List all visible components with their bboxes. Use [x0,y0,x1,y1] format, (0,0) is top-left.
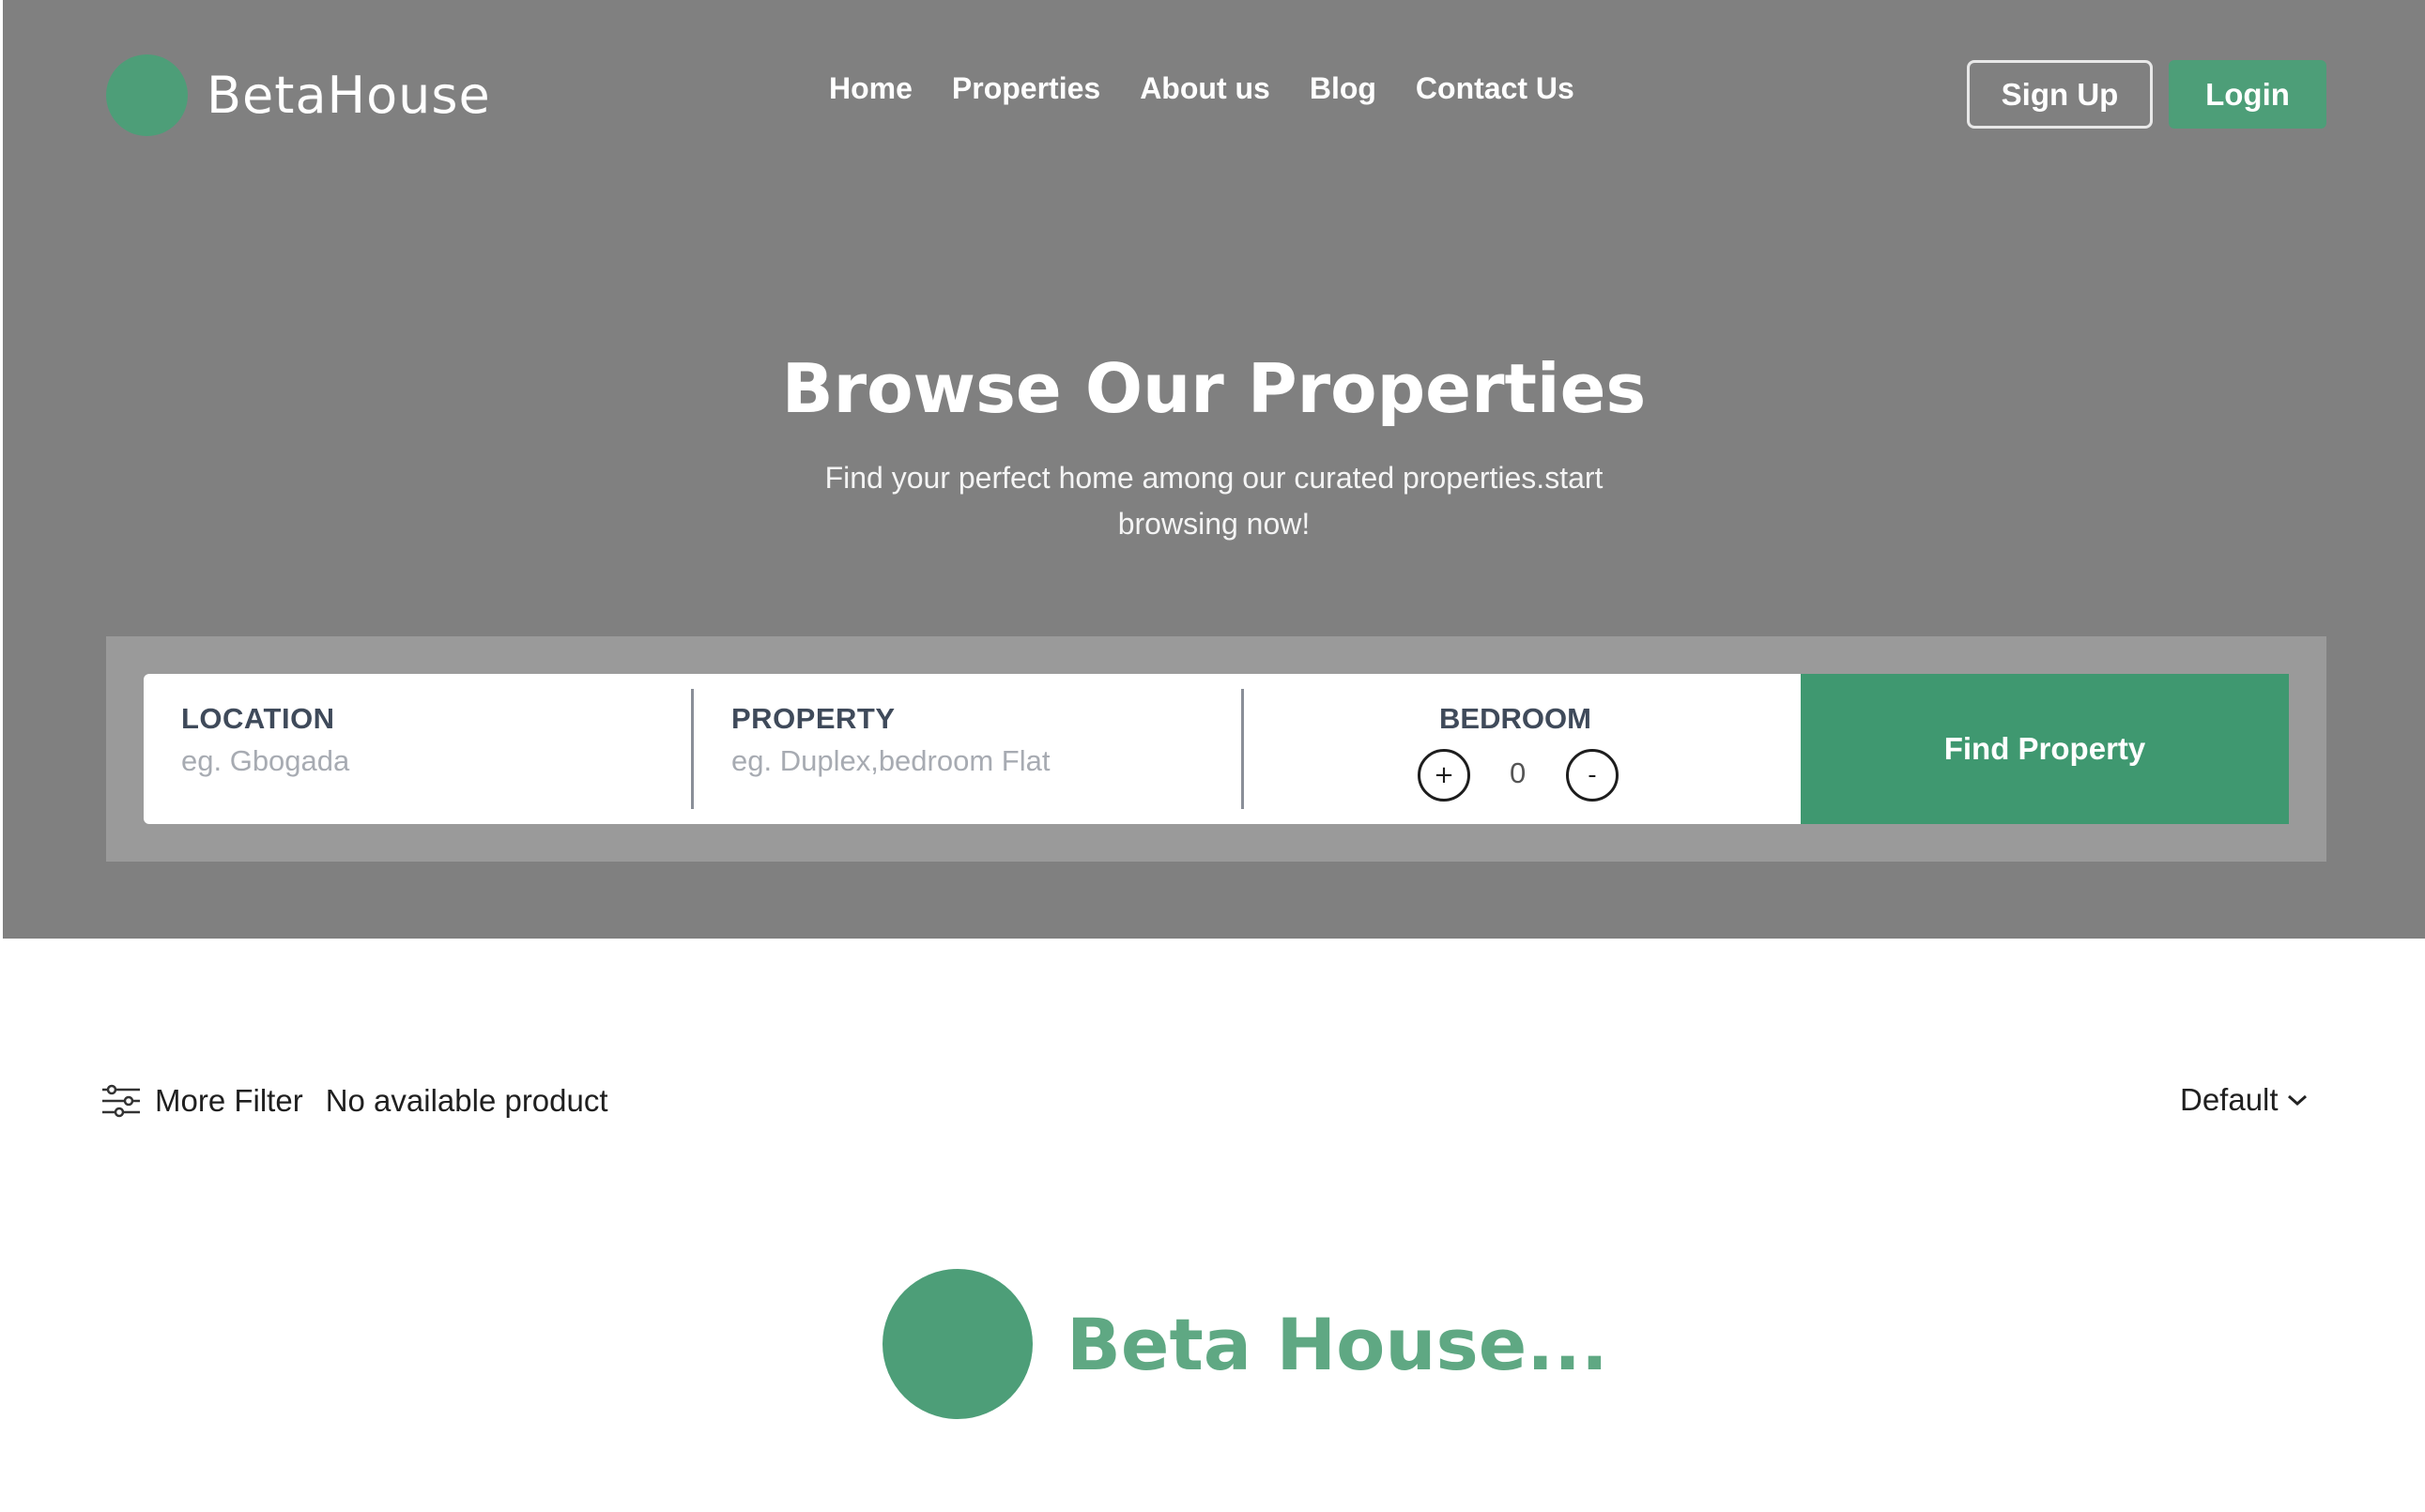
find-property-button[interactable]: Find Property [1801,674,2289,824]
loader-circle-icon [883,1269,1033,1419]
nav-properties[interactable]: Properties [952,71,1100,106]
main-nav: Home Properties About us Blog Contact Us [829,71,1574,106]
nav-home[interactable]: Home [829,71,913,106]
sliders-icon[interactable] [100,1082,142,1120]
property-field: PROPERTY [731,674,1238,824]
search-form: LOCATION PROPERTY BEDROOM + 0 - [144,674,1801,824]
field-divider [1241,689,1244,809]
brand-name: BetaHouse [207,66,491,125]
bedroom-label: BEDROOM [1439,702,1591,735]
logo-circle-icon [106,54,188,136]
bedroom-count: 0 [1510,756,1527,789]
bedroom-decrement-button[interactable]: - [1566,749,1619,802]
nav-blog[interactable]: Blog [1310,71,1376,106]
brand-logo[interactable]: BetaHouse [106,54,491,136]
location-label: LOCATION [181,702,335,735]
nav-about-us[interactable]: About us [1140,71,1270,106]
loader-text: Beta House... [1067,1302,1608,1386]
page-title: Browse Our Properties [781,349,1647,428]
location-input[interactable] [181,744,632,778]
location-field: LOCATION [181,674,688,824]
results-status: No available product [325,1083,608,1118]
more-filter-button[interactable]: More Filter [155,1083,303,1119]
login-button[interactable]: Login [2169,60,2326,129]
search-panel: LOCATION PROPERTY BEDROOM + 0 - Find Pro… [106,636,2326,862]
sort-dropdown[interactable]: Default [2180,1082,2309,1118]
page-subtitle: Find your perfect home among our curated… [824,461,1604,541]
sign-up-button[interactable]: Sign Up [1967,60,2153,129]
chevron-down-icon [2287,1094,2307,1107]
hero-section: BetaHouse Home Properties About us Blog … [3,0,2425,939]
bedroom-increment-button[interactable]: + [1418,749,1470,802]
sort-label: Default [2180,1082,2279,1117]
loading-indicator: Beta House... [883,1269,1608,1419]
nav-contact-us[interactable]: Contact Us [1416,71,1574,106]
property-input[interactable] [731,744,1182,778]
property-label: PROPERTY [731,702,896,735]
filter-bar: More Filter No available product [100,1082,608,1120]
field-divider [691,689,694,809]
